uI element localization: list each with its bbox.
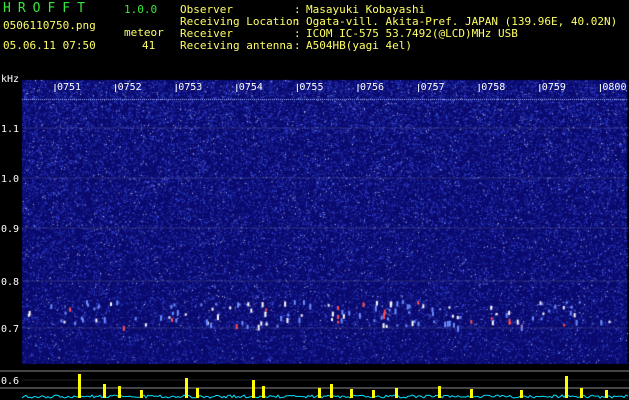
axis-unit-label: kHz [1, 74, 19, 85]
signal-peak [78, 374, 81, 398]
time-tick-label: 0754 [239, 82, 263, 93]
signal-peak [140, 390, 143, 398]
time-tick-label: 0800 [602, 82, 626, 93]
signal-peak [438, 386, 441, 398]
freq-tick-label: 1.0 [1, 174, 19, 185]
time-tick-label: 0753 [178, 82, 202, 93]
info-key-antenna: Receiving antenna [180, 39, 293, 52]
time-tick-label: 0756 [360, 82, 384, 93]
signal-peak [185, 378, 188, 398]
freq-tick-label: 1.1 [1, 124, 19, 135]
app-title: HROFFT [3, 1, 92, 16]
signal-peak [262, 386, 265, 398]
freq-tick-label: 0.8 [1, 277, 19, 288]
freq-tick-label: 0.9 [1, 224, 19, 235]
signal-peak [565, 376, 568, 398]
signal-peak [580, 388, 583, 398]
version-label: 1.0.0 [124, 3, 158, 16]
time-tick-label: 0758 [481, 82, 505, 93]
signal-baseline [21, 394, 629, 399]
spectrogram-panel: kHz 0751 0752 0753 0754 0755 0756 0757 0758 0759 0… [0, 72, 629, 400]
meteor-label: meteor [124, 26, 164, 39]
signal-peak [520, 390, 523, 398]
signal-peak [318, 388, 321, 398]
signal-peak [470, 389, 473, 398]
signal-peak [252, 380, 255, 398]
signal-peak [103, 384, 106, 398]
signal-peak [395, 388, 398, 398]
meteor-count: 41 [142, 39, 156, 52]
time-tick-label: 0755 [299, 82, 323, 93]
datetime-label: 05.06.11 07:50 [3, 39, 96, 52]
time-tick-label: 0759 [542, 82, 566, 93]
spectrogram-overlay: kHz 0751 0752 0753 0754 0755 0756 0757 0758 0759 0… [0, 74, 629, 399]
info-colon: : [294, 39, 301, 52]
freq-tick-label: 0.6 [1, 376, 19, 387]
signal-peak [605, 390, 608, 398]
signal-peak [330, 384, 333, 398]
freq-tick-label: 0.7 [1, 324, 19, 335]
time-tick-label: 0751 [57, 82, 81, 93]
signal-peak [372, 390, 375, 398]
signal-peak [350, 389, 353, 398]
time-tick-label: 0752 [118, 82, 142, 93]
signal-peak [118, 386, 121, 398]
filename-label: 0506110750.png [3, 19, 96, 32]
signal-peak [196, 388, 199, 398]
time-tick-label: 0757 [421, 82, 445, 93]
info-value-antenna: A504HB(yagi 4el) [306, 39, 412, 52]
